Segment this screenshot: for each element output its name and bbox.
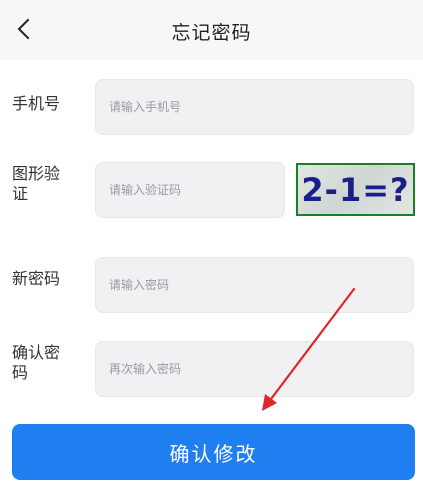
confirm-change-button[interactable]: 确认修改 bbox=[12, 424, 415, 480]
captcha-label: 图形验证 bbox=[12, 164, 61, 203]
captcha-image[interactable]: 2-1=? bbox=[296, 163, 415, 216]
header-bar: 忘记密码 bbox=[0, 0, 423, 60]
new-password-label: 新密码 bbox=[12, 269, 61, 288]
confirm-password-input[interactable] bbox=[95, 341, 414, 397]
new-password-input[interactable] bbox=[95, 257, 414, 313]
page-title: 忘记密码 bbox=[171, 22, 252, 44]
captcha-image-text: 2-1=? bbox=[301, 170, 410, 209]
phone-input[interactable] bbox=[95, 79, 414, 135]
confirm-password-label: 确认密码 bbox=[12, 343, 61, 382]
captcha-input[interactable] bbox=[95, 162, 285, 218]
phone-label: 手机号 bbox=[12, 94, 61, 113]
